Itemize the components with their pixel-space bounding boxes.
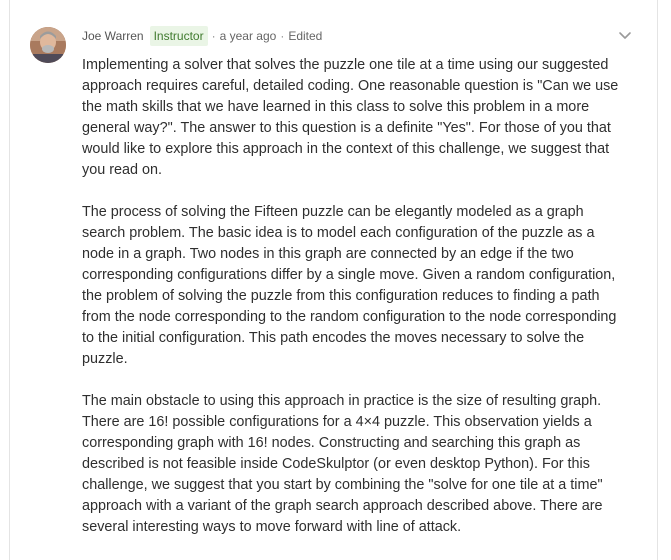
role-badge: Instructor (149, 26, 208, 46)
author-name[interactable]: Joe Warren (82, 29, 144, 43)
meta-separator: · (211, 29, 216, 43)
timestamp: a year ago (219, 29, 277, 43)
comment-paragraph: The main obstacle to using this approach… (82, 393, 603, 535)
meta-separator: · (280, 29, 285, 43)
chevron-down-icon[interactable] (616, 28, 634, 44)
comment-paragraph: The process of solving the Fifteen puzzl… (82, 204, 617, 367)
comment-meta: Joe Warren Instructor · a year ago · Edi… (82, 25, 322, 47)
user-avatar-icon[interactable] (30, 27, 66, 63)
comment-paragraph: Implementing a solver that solves the pu… (82, 57, 619, 178)
comment-body: Implementing a solver that solves the pu… (82, 55, 622, 559)
edited-label: Edited (288, 29, 323, 43)
